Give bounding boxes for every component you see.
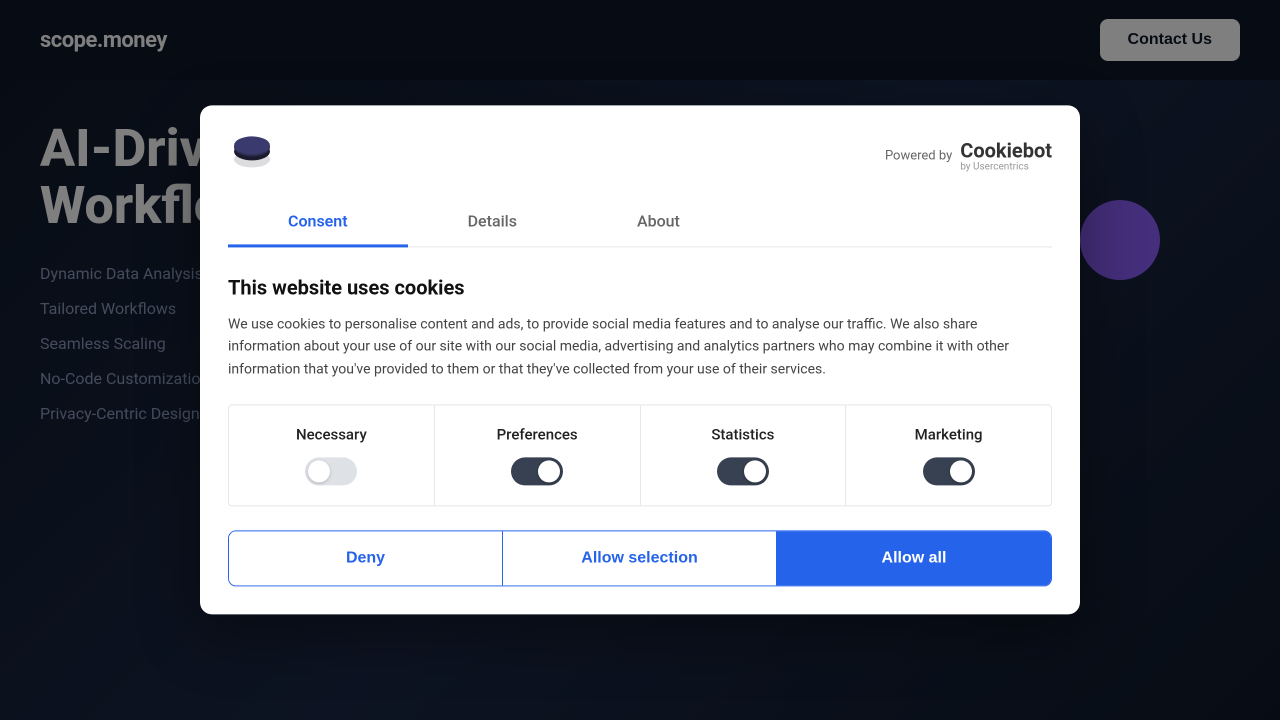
- toggle-marketing[interactable]: [923, 458, 975, 486]
- tab-consent[interactable]: Consent: [228, 197, 408, 247]
- toggle-thumb-preferences: [538, 461, 560, 483]
- toggle-label-preferences: Preferences: [497, 426, 578, 444]
- cookiebot-sub: by Usercentrics: [960, 162, 1052, 172]
- tab-about[interactable]: About: [577, 197, 740, 247]
- toggle-statistics[interactable]: [717, 458, 769, 486]
- modal-title: This website uses cookies: [228, 275, 1052, 299]
- toggle-preferences[interactable]: [511, 458, 563, 486]
- modal-header: Powered by Cookiebot by Usercentrics: [200, 105, 1080, 181]
- cookie-consent-modal: Powered by Cookiebot by Usercentrics Con…: [200, 105, 1080, 614]
- toggle-label-statistics: Statistics: [711, 426, 774, 444]
- tab-details[interactable]: Details: [408, 197, 577, 247]
- brand-logo: [228, 129, 276, 181]
- toggle-track-necessary: [305, 458, 357, 486]
- deny-button[interactable]: Deny: [229, 532, 503, 586]
- modal-description: We use cookies to personalise content an…: [228, 313, 1052, 380]
- cookiebot-name: Cookiebot: [960, 138, 1052, 162]
- toggle-section-preferences: Preferences: [435, 406, 640, 506]
- toggle-thumb-necessary: [308, 461, 330, 483]
- allow-selection-button[interactable]: Allow selection: [503, 532, 777, 586]
- modal-body: This website uses cookies We use cookies…: [200, 247, 1080, 614]
- powered-by-label: Powered by: [885, 148, 952, 163]
- toggle-section-marketing: Marketing: [846, 406, 1051, 506]
- toggle-section-necessary: Necessary: [229, 406, 434, 506]
- toggle-track-statistics: [717, 458, 769, 486]
- allow-all-button[interactable]: Allow all: [777, 532, 1051, 586]
- toggle-track-marketing: [923, 458, 975, 486]
- toggle-section-statistics: Statistics: [641, 406, 846, 506]
- cookiebot-brand: Cookiebot by Usercentrics: [960, 138, 1052, 172]
- modal-tabs: Consent Details About: [228, 197, 1052, 247]
- toggle-label-marketing: Marketing: [915, 426, 983, 444]
- toggle-necessary[interactable]: [305, 458, 357, 486]
- toggle-thumb-statistics: [744, 461, 766, 483]
- powered-by-section: Powered by Cookiebot by Usercentrics: [885, 138, 1052, 172]
- cookie-toggles: Necessary Preferences Statistics: [228, 405, 1052, 507]
- toggle-track-preferences: [511, 458, 563, 486]
- modal-actions: Deny Allow selection Allow all: [228, 531, 1052, 587]
- toggle-label-necessary: Necessary: [296, 426, 367, 444]
- toggle-thumb-marketing: [950, 461, 972, 483]
